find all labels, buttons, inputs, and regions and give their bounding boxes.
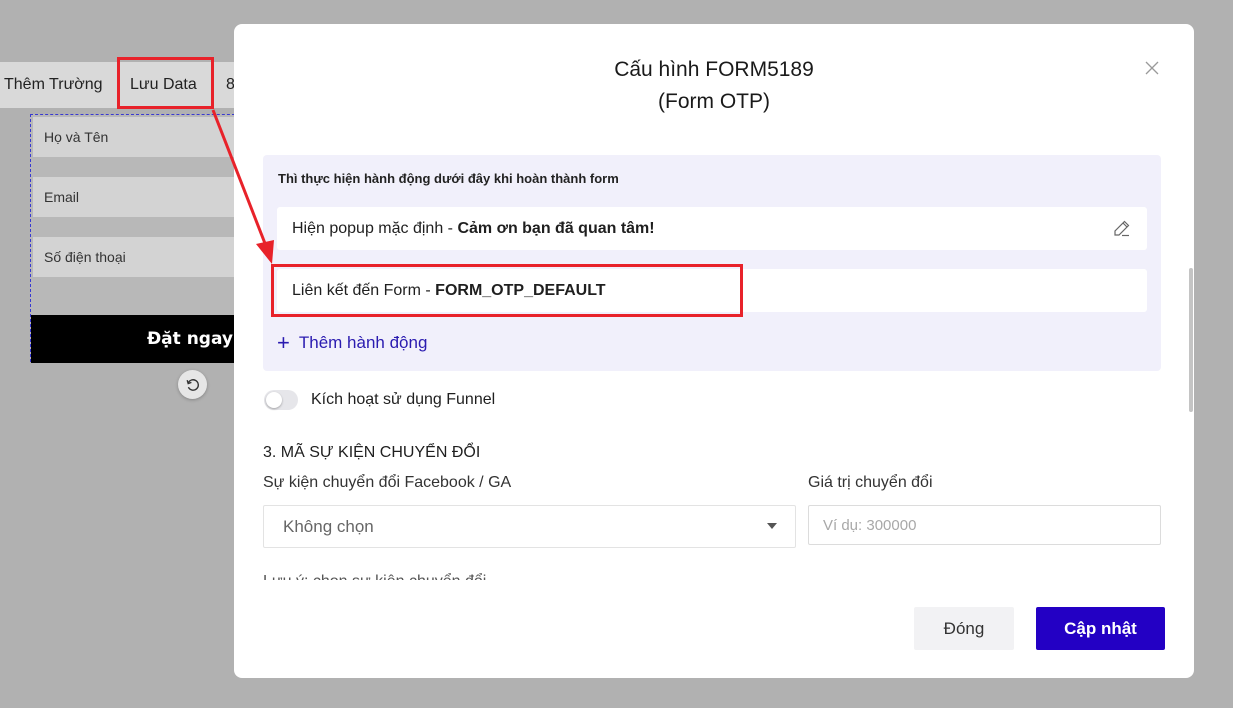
close-button[interactable]: Đóng [914,607,1014,650]
form-field-email[interactable]: Email [33,177,241,217]
conversion-value-label: Giá trị chuyển đổi [808,474,933,491]
modal-close-button[interactable] [1142,58,1162,78]
action-item-prefix: Hiện popup mặc định - [292,219,458,237]
config-modal: Cấu hình FORM5189 (Form OTP) Thì thực hi… [234,24,1194,678]
add-field-button[interactable]: Thêm Trường [0,62,118,108]
event-select-value: Không chọn [283,516,374,536]
modal-title: Cấu hình FORM5189 (Form OTP) [234,54,1194,118]
event-select[interactable]: Không chọn [263,505,796,548]
funnel-toggle-row: Kích hoạt sử dụng Funnel [264,390,495,410]
action-item-form-link[interactable]: Liên kết đến Form - FORM_OTP_DEFAULT [277,269,1147,312]
rotate-icon [186,378,199,391]
action-item-popup[interactable]: Hiện popup mặc định - Cảm ơn bạn đã quan… [277,207,1147,250]
toggle-knob [266,392,282,408]
form-submit-button[interactable]: Đặt ngay [31,315,241,363]
add-action-label: Thêm hành động [298,333,428,352]
action-item-value: Cảm ơn bạn đã quan tâm! [457,219,655,237]
close-icon [1145,61,1159,75]
actions-panel-heading: Thì thực hiện hành động dưới đây khi hoà… [278,171,619,186]
plus-icon: + [277,330,290,355]
modal-title-line2: (Form OTP) [658,90,770,113]
actions-panel: Thì thực hiện hành động dưới đây khi hoà… [263,155,1161,371]
save-data-button[interactable]: Lưu Data [118,62,214,108]
modal-title-line1: Cấu hình FORM5189 [614,58,814,81]
cutoff-text: Lưu ý: chọn sự kiện chuyển đổi [263,572,563,580]
funnel-toggle[interactable] [264,390,298,410]
action-item-value: FORM_OTP_DEFAULT [435,281,606,299]
action-item-prefix: Liên kết đến Form - [292,281,436,299]
editor-toolbar: Thêm Trường Lưu Data 8 [0,62,240,108]
conversion-value-input[interactable] [808,505,1161,545]
conversion-section-title: 3. MÃ SỰ KIỆN CHUYỂN ĐỔI [263,444,481,461]
update-button[interactable]: Cập nhật [1036,607,1165,650]
rotate-handle[interactable] [178,370,207,399]
edit-icon[interactable] [1113,219,1131,237]
add-action-button[interactable]: + Thêm hành động [277,332,427,354]
event-select-label: Sự kiện chuyển đổi Facebook / GA [263,474,512,491]
form-field-phone[interactable]: Số điện thoại [33,237,241,277]
form-field-name[interactable]: Họ và Tên [33,117,241,157]
form-preview[interactable]: Họ và Tên Email Số điện thoại Đặt ngay [30,114,241,363]
modal-scrollbar[interactable] [1189,268,1193,412]
funnel-toggle-label: Kích hoạt sử dụng Funnel [311,391,496,408]
caret-down-icon [767,523,777,529]
